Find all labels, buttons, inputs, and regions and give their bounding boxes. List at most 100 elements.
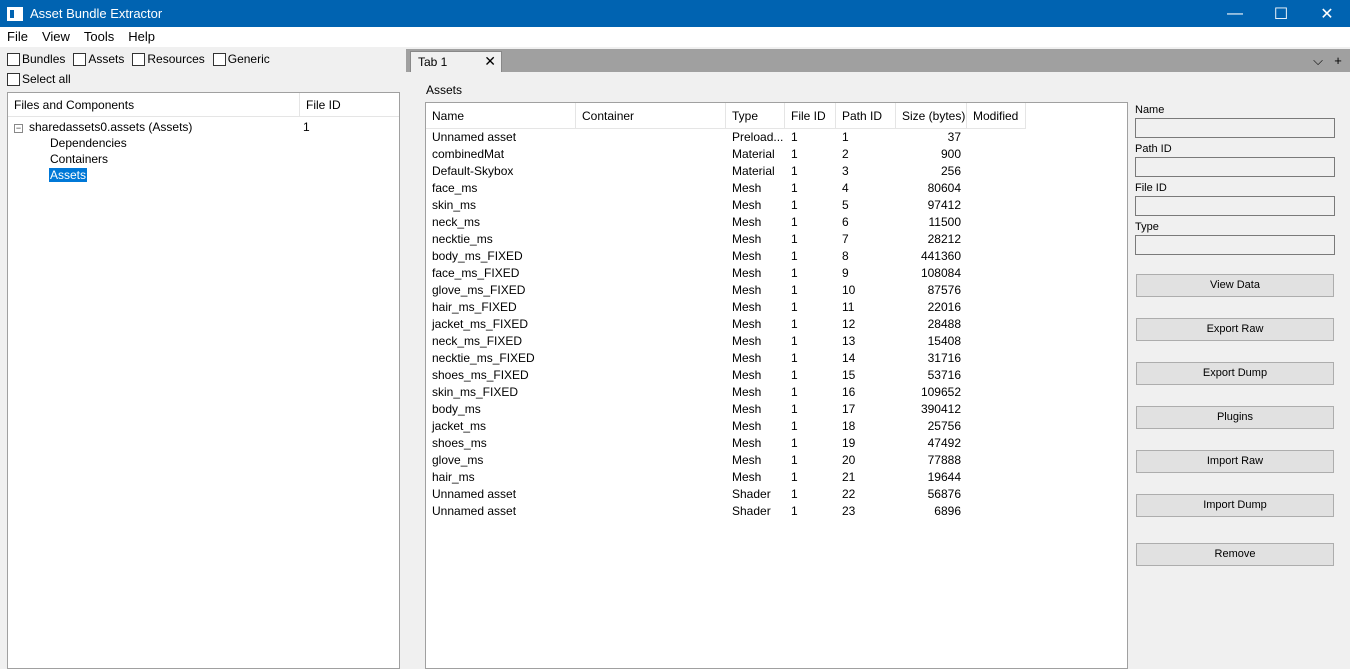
chevron-down-icon[interactable]: ⌵: [1308, 53, 1328, 69]
col-size[interactable]: Size (bytes): [896, 103, 967, 129]
export-dump-button[interactable]: Export Dump: [1136, 362, 1334, 385]
cell-type: Shader: [732, 487, 771, 501]
cell-path-id: 23: [842, 504, 856, 518]
table-row[interactable]: glove_ms Mesh 1 20 77888: [426, 452, 1026, 469]
cell-container: [576, 418, 726, 435]
table-row[interactable]: jacket_ms_FIXED Mesh 1 12 28488: [426, 316, 1026, 333]
tree-col-files[interactable]: Files and Components: [8, 93, 300, 116]
cell-type: Shader: [732, 504, 771, 518]
add-tab-icon[interactable]: +: [1328, 53, 1348, 68]
tab-close-icon[interactable]: ✕: [484, 53, 496, 70]
type-field[interactable]: [1135, 235, 1335, 255]
table-row[interactable]: neck_ms_FIXED Mesh 1 13 15408: [426, 333, 1026, 350]
checkbox-box[interactable]: [7, 52, 20, 66]
table-row[interactable]: shoes_ms Mesh 1 19 47492: [426, 435, 1026, 452]
table-row[interactable]: necktie_ms_FIXED Mesh 1 14 31716: [426, 350, 1026, 367]
cell-path-id: 13: [842, 334, 856, 348]
checkbox-box[interactable]: [132, 52, 146, 66]
table-row[interactable]: glove_ms_FIXED Mesh 1 10 87576: [426, 282, 1026, 299]
tree-col-fileid[interactable]: File ID: [300, 93, 341, 116]
col-modified[interactable]: Modified: [967, 103, 1026, 129]
cell-size: 900: [940, 147, 961, 161]
select-all-checkbox[interactable]: Select all: [7, 72, 71, 86]
cell-container: [576, 384, 726, 401]
table-row[interactable]: Unnamed asset Shader 1 22 56876: [426, 486, 1026, 503]
table-row[interactable]: face_ms Mesh 1 4 80604: [426, 180, 1026, 197]
collapse-icon[interactable]: −: [14, 124, 23, 133]
col-file-id[interactable]: File ID: [785, 103, 836, 129]
checkbox-box[interactable]: [7, 72, 20, 86]
cell-name: Default-Skybox: [432, 164, 514, 178]
tree-item-dependencies[interactable]: Dependencies: [50, 135, 127, 151]
cell-name: Unnamed asset: [432, 130, 517, 144]
table-row[interactable]: skin_ms Mesh 1 5 97412: [426, 197, 1026, 214]
files-tree[interactable]: Files and Components File ID − sharedasse…: [7, 92, 400, 669]
cell-type: Mesh: [732, 266, 762, 280]
export-raw-button[interactable]: Export Raw: [1136, 318, 1334, 341]
cell-container: [576, 282, 726, 299]
cell-path-id: 12: [842, 317, 856, 331]
menu-file[interactable]: File: [0, 27, 35, 47]
table-row[interactable]: jacket_ms Mesh 1 18 25756: [426, 418, 1026, 435]
table-row[interactable]: shoes_ms_FIXED Mesh 1 15 53716: [426, 367, 1026, 384]
table-row[interactable]: Unnamed asset Shader 1 23 6896: [426, 503, 1026, 520]
col-name[interactable]: Name: [426, 103, 576, 129]
cell-type: Mesh: [732, 334, 762, 348]
cell-size: 25756: [927, 419, 961, 433]
close-icon[interactable]: ✕: [1304, 0, 1350, 27]
maximize-icon[interactable]: ☐: [1258, 0, 1304, 27]
import-raw-button[interactable]: Import Raw: [1136, 450, 1334, 473]
view-data-button[interactable]: View Data: [1136, 274, 1334, 297]
cell-size: 77888: [927, 453, 961, 467]
assets-checkbox[interactable]: Assets: [73, 52, 124, 66]
cell-file-id: 1: [791, 181, 798, 195]
cell-type: Mesh: [732, 300, 762, 314]
cell-modified: [967, 418, 1026, 435]
col-type[interactable]: Type: [726, 103, 785, 129]
checkbox-box[interactable]: [73, 52, 87, 66]
name-field[interactable]: [1135, 118, 1335, 138]
checkbox-box[interactable]: [212, 52, 226, 66]
menu-view[interactable]: View: [35, 27, 77, 47]
table-row[interactable]: neck_ms Mesh 1 6 11500: [426, 214, 1026, 231]
tree-item-containers[interactable]: Containers: [50, 151, 108, 167]
assets-table[interactable]: Name Container Type File ID Path ID Size…: [425, 102, 1128, 669]
tab-label: Tab 1: [418, 55, 448, 69]
minimize-icon[interactable]: —: [1212, 0, 1258, 27]
cell-file-id: 1: [791, 385, 798, 399]
cell-container: [576, 248, 726, 265]
cell-modified: [967, 146, 1026, 163]
cell-container: [576, 299, 726, 316]
menu-help[interactable]: Help: [121, 27, 162, 47]
cell-modified: [967, 503, 1026, 520]
table-row[interactable]: face_ms_FIXED Mesh 1 9 108084: [426, 265, 1026, 282]
generic-checkbox[interactable]: Generic: [212, 52, 270, 66]
table-row[interactable]: hair_ms_FIXED Mesh 1 11 22016: [426, 299, 1026, 316]
remove-button[interactable]: Remove: [1136, 543, 1334, 566]
import-dump-button[interactable]: Import Dump: [1136, 494, 1334, 517]
resources-checkbox[interactable]: Resources: [132, 52, 205, 66]
cell-name: jacket_ms_FIXED: [432, 317, 529, 331]
table-row[interactable]: skin_ms_FIXED Mesh 1 16 109652: [426, 384, 1026, 401]
table-row[interactable]: necktie_ms Mesh 1 7 28212: [426, 231, 1026, 248]
bundles-checkbox[interactable]: Bundles: [7, 52, 65, 66]
path-id-field[interactable]: [1135, 157, 1335, 177]
file-id-field[interactable]: [1135, 196, 1335, 216]
cell-modified: [967, 231, 1026, 248]
col-container[interactable]: Container: [576, 103, 726, 129]
col-path-id[interactable]: Path ID: [836, 103, 896, 129]
tab-1[interactable]: Tab 1 ✕: [410, 51, 502, 72]
cell-file-id: 1: [791, 147, 798, 161]
plugins-button[interactable]: Plugins: [1136, 406, 1334, 429]
table-row[interactable]: body_ms Mesh 1 17 390412: [426, 401, 1026, 418]
table-row[interactable]: body_ms_FIXED Mesh 1 8 441360: [426, 248, 1026, 265]
table-row[interactable]: hair_ms Mesh 1 21 19644: [426, 469, 1026, 486]
menu-tools[interactable]: Tools: [77, 27, 121, 47]
table-row[interactable]: combinedMat Material 1 2 900: [426, 146, 1026, 163]
table-row[interactable]: Unnamed asset Preload... 1 1 37: [426, 129, 1026, 146]
tree-root-item[interactable]: − sharedassets0.assets (Assets): [14, 119, 394, 135]
table-row[interactable]: Default-Skybox Material 1 3 256: [426, 163, 1026, 180]
cell-modified: [967, 197, 1026, 214]
cell-file-id: 1: [791, 368, 798, 382]
tree-item-assets[interactable]: Assets: [49, 167, 88, 183]
